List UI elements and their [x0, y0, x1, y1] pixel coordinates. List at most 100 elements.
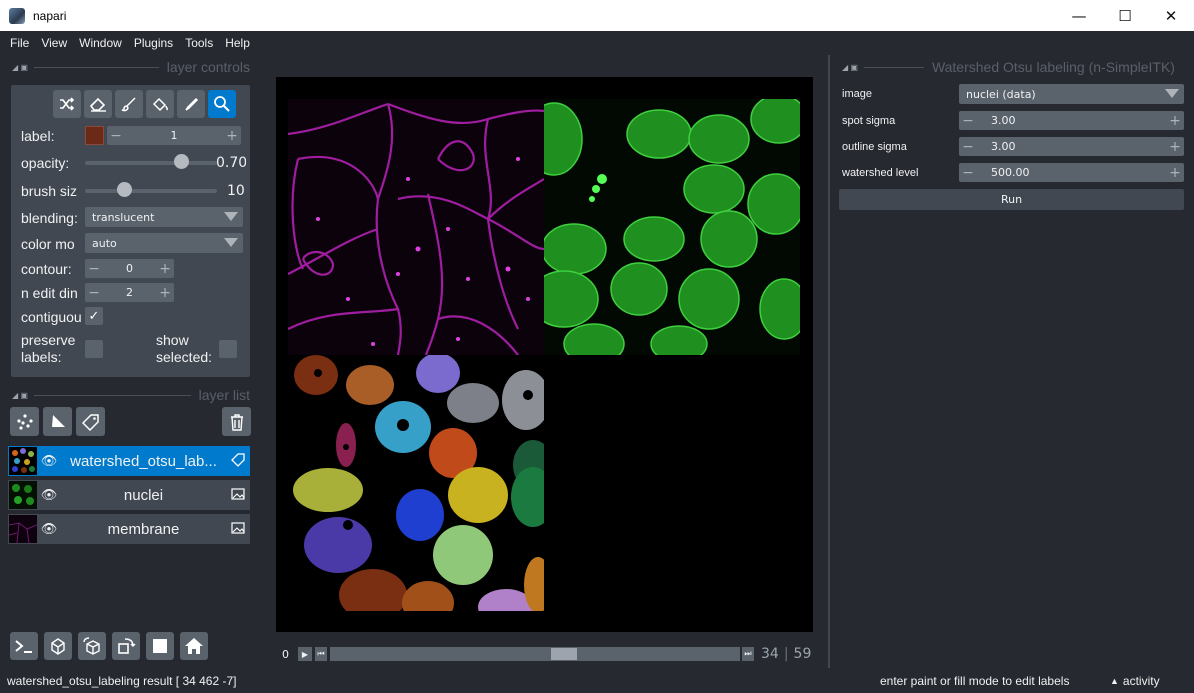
menu-plugins[interactable]: Plugins — [128, 36, 179, 50]
dims-scrollbar[interactable] — [330, 647, 740, 661]
visibility-eye-icon[interactable]: 👁 — [37, 488, 61, 503]
image-layer-dropdown[interactable]: nuclei (data) — [959, 84, 1184, 104]
pan-zoom-button[interactable] — [208, 90, 236, 118]
show-selected-checkbox[interactable] — [219, 340, 237, 358]
dims-slider-bar: 0 ▶ ⏮ ⏭ 34 | 59 — [276, 643, 813, 665]
dims-start-label: 0 — [282, 647, 289, 661]
minimize-button[interactable]: — — [1056, 0, 1102, 31]
layer-row-membrane[interactable]: 👁 membrane — [8, 514, 250, 544]
watershed-level-spinbox[interactable]: − 500.00 + — [959, 163, 1184, 182]
paintbrush-icon — [121, 97, 136, 112]
label-spinbox[interactable]: − 1 + — [107, 126, 241, 145]
napari-app-icon — [9, 7, 25, 24]
spot-sigma-spinbox[interactable]: − 3.00 + — [959, 111, 1184, 130]
dock-divider[interactable] — [828, 55, 830, 668]
outline-sigma-increment[interactable]: + — [1166, 139, 1184, 155]
watershed-level-increment[interactable]: + — [1166, 165, 1184, 181]
dock-float-icon[interactable]: ◢ ▣ — [12, 63, 28, 72]
header-divider — [863, 66, 924, 68]
transpose-dimensions-button[interactable] — [112, 632, 140, 660]
labels-image-tile — [288, 355, 544, 611]
eraser-button[interactable] — [84, 90, 112, 118]
layer-row-watershed[interactable]: 👁 watershed_otsu_lab... — [8, 446, 250, 476]
paint-brush-button[interactable] — [115, 90, 143, 118]
label-icon — [226, 452, 250, 470]
labels-image — [293, 355, 544, 611]
delete-layer-button[interactable] — [222, 407, 251, 436]
opacity-slider[interactable] — [85, 161, 217, 165]
toggle-ndisplay-button[interactable] — [44, 632, 72, 660]
brush-size-slider[interactable] — [85, 189, 217, 193]
spot-sigma-decrement[interactable]: − — [959, 113, 977, 129]
new-shapes-layer-button[interactable] — [43, 407, 72, 436]
n-edit-dim-decrement[interactable]: − — [85, 285, 103, 301]
shuffle-icon — [60, 97, 75, 111]
menu-window[interactable]: Window — [73, 36, 128, 50]
layer-name[interactable]: membrane — [61, 521, 226, 538]
menu-tools[interactable]: Tools — [179, 36, 219, 50]
header-divider — [33, 66, 159, 68]
spot-sigma-increment[interactable]: + — [1166, 113, 1184, 129]
opacity-value: 0.70 — [216, 155, 246, 171]
color-mode-dropdown[interactable]: auto — [85, 233, 243, 253]
outline-sigma-spinbox[interactable]: − 3.00 + — [959, 137, 1184, 156]
nuclei-image — [544, 99, 800, 355]
contour-increment[interactable]: + — [156, 261, 174, 277]
run-button[interactable]: Run — [839, 189, 1184, 210]
new-points-layer-button[interactable] — [10, 407, 39, 436]
blending-dropdown[interactable]: translucent — [85, 207, 243, 227]
console-button[interactable] — [10, 632, 38, 660]
toggle-grid-button[interactable] — [146, 632, 174, 660]
layer-thumbnail — [9, 481, 37, 509]
visibility-eye-icon[interactable]: 👁 — [37, 522, 61, 537]
fill-icon — [152, 97, 169, 112]
preserve-labels-checkbox[interactable] — [85, 340, 103, 358]
step-back-button[interactable]: ⏮ — [315, 647, 327, 661]
roll-dimensions-button[interactable] — [78, 632, 106, 660]
label-decrement[interactable]: − — [107, 128, 125, 144]
shuffle-colors-button[interactable] — [53, 90, 81, 118]
watershed-level-decrement[interactable]: − — [959, 165, 977, 181]
blending-label: blending: — [21, 210, 78, 226]
activity-label: activity — [1122, 673, 1160, 688]
close-button[interactable]: ✕ — [1148, 0, 1194, 31]
contiguous-checkbox[interactable]: ✓ — [85, 307, 103, 325]
dock-float-icon[interactable]: ◢ ▣ — [12, 391, 28, 400]
opacity-slider-handle[interactable] — [173, 154, 189, 169]
activity-button[interactable]: ▲ activity — [1110, 674, 1160, 688]
new-labels-layer-button[interactable] — [76, 407, 105, 436]
menu-file[interactable]: File — [4, 36, 35, 50]
trash-icon — [230, 413, 243, 431]
shapes-icon — [51, 414, 65, 427]
layer-list-title: layer list — [198, 387, 250, 403]
outline-sigma-value: 3.00 — [991, 140, 1016, 153]
menu-help[interactable]: Help — [219, 36, 256, 50]
n-edit-dim-increment[interactable]: + — [156, 285, 174, 301]
menu-bar: File View Window Plugins Tools Help — [0, 31, 1194, 55]
points-icon — [16, 413, 33, 430]
n-edit-dim-spinbox[interactable]: − 2 + — [85, 283, 174, 302]
image-param-label: image — [842, 88, 872, 100]
brush-size-value: 10 — [227, 183, 245, 199]
maximize-button[interactable]: ☐ — [1102, 0, 1148, 31]
visibility-eye-icon[interactable]: 👁 — [37, 454, 61, 469]
contour-spinbox[interactable]: − 0 + — [85, 259, 174, 278]
label-increment[interactable]: + — [223, 128, 241, 144]
layer-name[interactable]: watershed_otsu_lab... — [61, 453, 226, 470]
step-forward-button[interactable]: ⏭ — [742, 647, 754, 661]
dims-current-value: 34 — [761, 646, 779, 662]
brush-size-slider-handle[interactable] — [116, 182, 132, 197]
reset-view-button[interactable] — [180, 632, 208, 660]
fill-bucket-button[interactable] — [146, 90, 174, 118]
menu-view[interactable]: View — [35, 36, 73, 50]
dims-scrollbar-handle[interactable] — [551, 648, 577, 660]
contour-decrement[interactable]: − — [85, 261, 103, 277]
viewer-canvas[interactable] — [276, 77, 813, 632]
play-button[interactable]: ▶ — [298, 647, 312, 661]
dock-float-icon[interactable]: ◢ ▣ — [842, 63, 858, 72]
layer-name[interactable]: nuclei — [61, 487, 226, 504]
outline-sigma-decrement[interactable]: − — [959, 139, 977, 155]
color-picker-button[interactable] — [177, 90, 205, 118]
layer-row-nuclei[interactable]: 👁 nuclei — [8, 480, 250, 510]
membrane-image — [288, 102, 544, 355]
